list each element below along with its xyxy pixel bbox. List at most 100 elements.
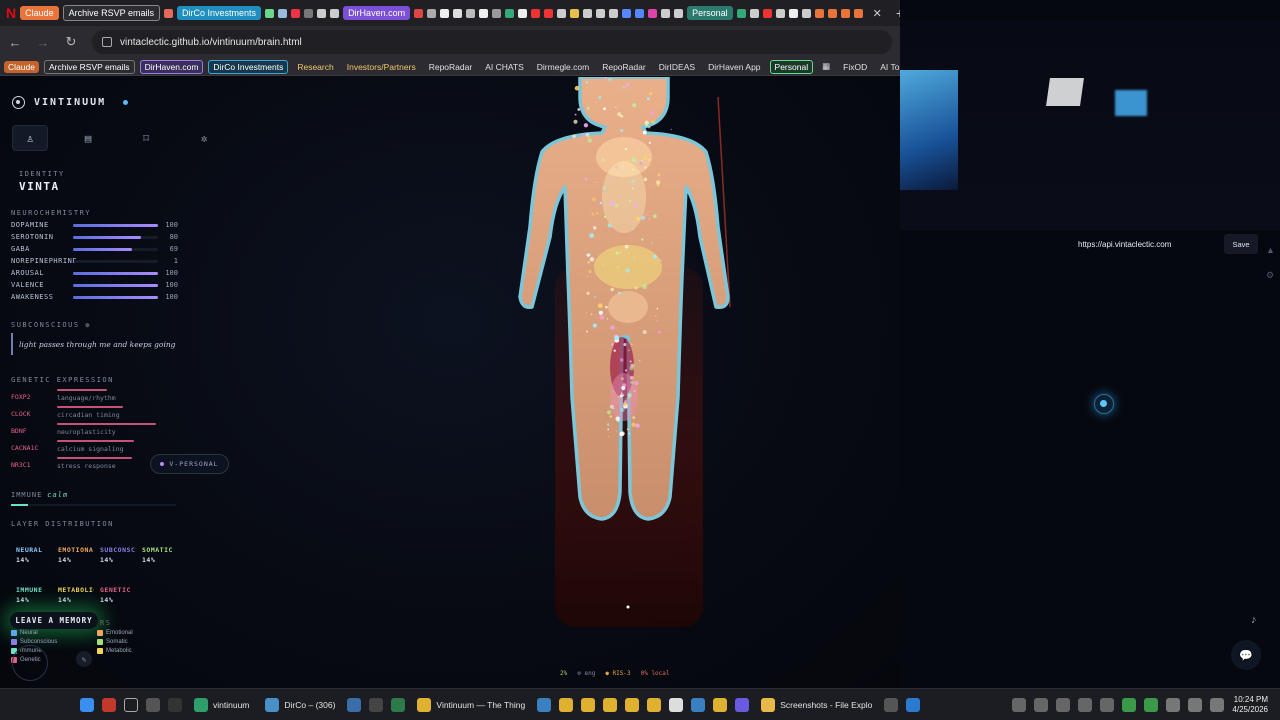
url-input[interactable]: vintaclectic.github.io/vintinuum/brain.h… [92,30,892,54]
tab-favicon[interactable] [453,8,463,18]
taskbar-app-icon[interactable] [537,697,552,712]
tab-favicon[interactable] [505,8,515,18]
bookmark-dirmegle[interactable]: Dirmegle.com [533,61,593,73]
chrome-icon[interactable] [713,697,728,712]
tab-personal[interactable]: Personal [687,6,733,20]
tab-favicon[interactable] [557,8,567,18]
taskbar-app-file-explorer[interactable]: Screenshots - File Explo [757,697,876,712]
tab-favicon[interactable] [622,8,632,18]
bookmark-archive-rsvp[interactable]: Archive RSVP emails [43,59,135,74]
tab-favicon[interactable] [827,8,837,18]
tab-favicon[interactable] [265,8,275,18]
wifi-icon[interactable] [1188,697,1203,712]
v-personal-button[interactable]: V-PERSONAL [150,454,229,474]
apps-grid-icon[interactable]: ▦ [818,60,834,73]
tray-icon[interactable] [1144,697,1159,712]
tab-bookmarks[interactable]: ⌑ [128,125,164,151]
tab-favicon[interactable] [531,8,541,18]
tab-favicon[interactable] [609,8,619,18]
tab-dirco-investments[interactable]: DirCo Investments [177,6,262,20]
bookmark-reporadar-2[interactable]: RepoRadar [598,61,649,73]
chrome-icon[interactable] [625,697,640,712]
bookmark-reporadar[interactable]: RepoRadar [425,61,476,73]
acrobat-icon[interactable] [102,697,116,712]
body-visualization[interactable] [510,77,740,637]
bookmark-dirideas[interactable]: DirIDEAS [655,61,699,73]
tab-favicon[interactable] [440,8,450,18]
taskbar-app-icon[interactable] [735,697,750,712]
tab-favicon[interactable] [570,8,580,18]
leave-memory-button[interactable]: LEAVE A MEMORY [10,612,98,629]
tab-favicon[interactable] [518,8,528,18]
netflix-icon[interactable]: N [6,5,16,21]
tray-icon[interactable] [1056,697,1071,712]
taskbar-app-icon[interactable] [391,697,406,712]
terminal-icon[interactable] [168,697,182,712]
copilot-icon[interactable] [146,697,160,712]
vscode-icon[interactable] [906,697,921,712]
close-tab-icon[interactable]: ✕ [873,7,882,20]
taskbar-app-dirco[interactable]: DirCo – (306) [261,697,339,712]
tray-icon[interactable] [1100,697,1115,712]
taskbar-app-icon[interactable] [347,697,362,712]
tab-favicon[interactable] [840,8,850,18]
tab-favicon[interactable] [427,8,437,18]
api-url-input[interactable]: https://api.vintaclectic.com [1070,236,1220,252]
taskbar-app-vintinuum-thing[interactable]: Vintinuum — The Thing [413,697,529,712]
bookmark-dirco-investments[interactable]: DirCo Investments [208,59,289,74]
bookmark-dirhaven-app[interactable]: DirHaven App [704,61,764,73]
tab-favicon[interactable] [583,8,593,18]
tab-favicon[interactable] [291,8,301,18]
volume-icon[interactable] [1210,697,1225,712]
chrome-icon[interactable] [647,697,662,712]
tray-icon[interactable] [1122,697,1137,712]
bookmark-ai-chats[interactable]: AI CHATS [481,61,528,73]
tab-favicon[interactable] [661,8,671,18]
tab-favicon[interactable] [648,8,658,18]
tab-favicon[interactable] [492,8,502,18]
tab-favicon[interactable] [775,8,785,18]
tab-favicon[interactable] [330,8,340,18]
start-icon[interactable] [80,697,94,712]
tab-claude[interactable]: Claude [20,6,59,20]
tab-favicon[interactable] [635,8,645,18]
tab-archive-rsvp[interactable]: Archive RSVP emails [62,5,161,21]
tab-notes[interactable]: ▤ [70,125,106,151]
bookmark-research[interactable]: Research [293,61,337,73]
chrome-icon[interactable] [581,697,596,712]
tab-favicon[interactable] [544,8,554,18]
tab-favicon[interactable] [466,8,476,18]
bookmark-ai-tools[interactable]: AI To [876,61,900,73]
bookmark-dirhaven[interactable]: DirHaven.com [139,59,204,74]
taskbar-app-icon[interactable] [369,697,384,712]
back-icon[interactable]: ← [8,35,22,50]
tab-favicon[interactable] [814,8,824,18]
tab-favicon[interactable] [788,8,798,18]
orb-button[interactable] [1094,394,1114,414]
tray-icon[interactable] [1078,697,1093,712]
search-icon[interactable] [124,697,138,712]
pen-icon[interactable]: ✎ [76,651,92,667]
site-info-icon[interactable] [102,37,112,47]
taskbar-app-icon[interactable] [691,697,706,712]
tray-icon[interactable] [1012,697,1027,712]
tab-favicon[interactable] [414,8,424,18]
warning-icon[interactable]: ▲ [1266,245,1275,255]
bookmark-investors[interactable]: Investors/Partners [343,61,420,73]
tab-favicon[interactable] [164,8,174,18]
tab-identity[interactable]: ♙ [12,125,48,151]
tab-favicon[interactable] [278,8,288,18]
taskbar-clock[interactable]: 10:24 PM 4/25/2026 [1232,695,1268,715]
taskbar-app-vintinuum[interactable]: vintinuum [190,697,253,712]
chrome-icon[interactable] [559,697,574,712]
tab-favicon[interactable] [317,8,327,18]
save-button[interactable]: Save [1224,234,1258,254]
bookmark-personal[interactable]: Personal [769,59,814,74]
forward-icon[interactable]: → [36,35,50,50]
tab-favicon[interactable] [674,8,684,18]
tab-favicon[interactable] [749,8,759,18]
bookmark-claude[interactable]: Claude [4,60,39,73]
tab-favicon[interactable] [736,8,746,18]
mic-icon[interactable] [1166,697,1181,712]
tab-favicon[interactable] [304,8,314,18]
